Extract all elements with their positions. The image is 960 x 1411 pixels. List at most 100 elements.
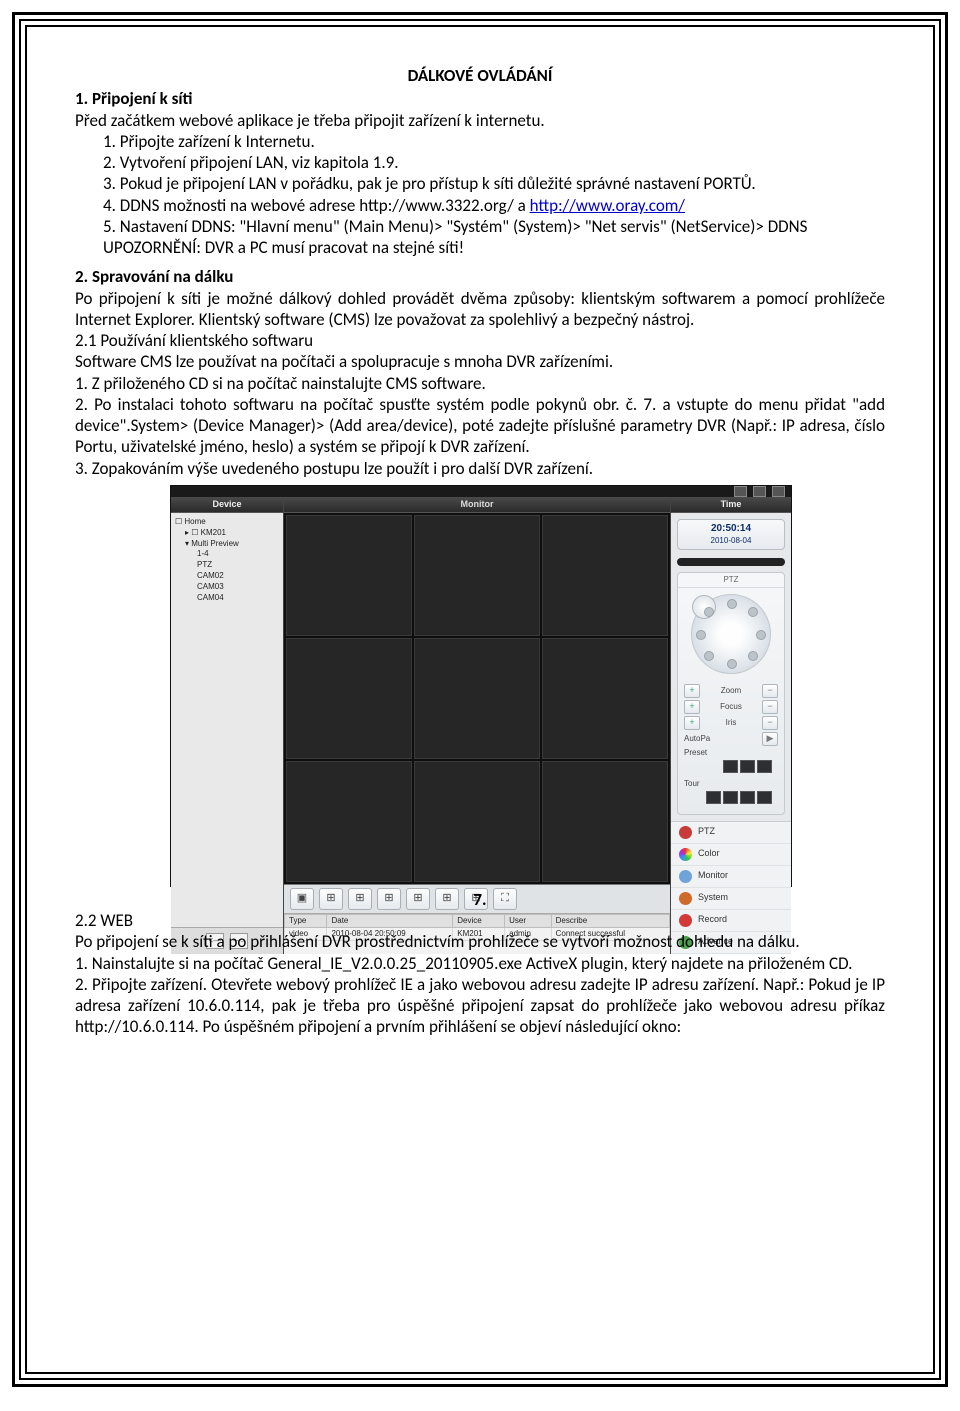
- fullscreen-icon[interactable]: ⛶: [493, 888, 517, 910]
- tour-btn-1[interactable]: [706, 791, 721, 804]
- log-col-device: Device: [453, 914, 505, 927]
- cms-device-panel: Device ☐ Home ▸ ☐ KM201 ▾ Multi Preview …: [171, 497, 284, 954]
- minimize-button[interactable]: [734, 486, 747, 497]
- maximize-button[interactable]: [753, 486, 766, 497]
- layout-16-icon[interactable]: ⊞: [377, 888, 401, 910]
- zoom-plus-icon[interactable]: +: [684, 684, 700, 698]
- menu-label-color: Color: [698, 848, 720, 859]
- ptz-left-icon[interactable]: [696, 630, 706, 640]
- preset-btn-3[interactable]: [757, 760, 772, 773]
- section-1-item-2: 2. Vytvoření připojení LAN, viz kapitola…: [75, 152, 885, 173]
- device-panel-header: Device: [171, 497, 283, 513]
- ptz-panel: PTZ: [677, 572, 785, 815]
- section-1-heading: 1. Připojení k síti: [75, 88, 885, 109]
- menu-label-record: Record: [698, 914, 727, 925]
- monitor-cell[interactable]: [286, 761, 412, 882]
- layout-9-icon[interactable]: ⊞: [348, 888, 372, 910]
- focus-plus-icon[interactable]: +: [684, 700, 700, 714]
- section-1-item-4-text: 4. DDNS možnosti na webové adrese http:/…: [103, 195, 530, 216]
- layout-4-icon[interactable]: ⊞: [319, 888, 343, 910]
- monitor-cell[interactable]: [542, 515, 668, 636]
- zoom-minus-icon[interactable]: −: [762, 684, 778, 698]
- status-bar: [677, 558, 785, 566]
- preset-btn-2[interactable]: [740, 760, 755, 773]
- focus-minus-icon[interactable]: −: [762, 700, 778, 714]
- section-2-p5: 3. Zopakováním výše uvedeného postupu lz…: [75, 458, 885, 479]
- ptz-downleft-icon[interactable]: [704, 651, 714, 661]
- section-1-item-5-note: UPOZORNĚNÍ: DVR a PC musí pracovat na st…: [75, 237, 885, 258]
- iris-plus-icon[interactable]: +: [684, 716, 700, 730]
- close-button[interactable]: [772, 486, 785, 497]
- section-1-item-4: 4. DDNS možnosti na webové adrese http:/…: [75, 195, 885, 216]
- monitor-cell[interactable]: [286, 515, 412, 636]
- section-2-heading: 2. Spravování na dálku: [75, 266, 885, 287]
- menu-label-system: System: [698, 892, 728, 903]
- monitor-grid[interactable]: [284, 513, 670, 884]
- time-panel-header: Time: [671, 497, 791, 513]
- clock-date: 2010-08-04: [678, 536, 784, 546]
- layout-1-icon[interactable]: ▣: [290, 888, 314, 910]
- log-col-desc: Describe: [551, 914, 669, 927]
- section-2-p4: 2. Po instalaci tohoto softwaru na počít…: [75, 394, 885, 458]
- preset-btn-1[interactable]: [723, 760, 738, 773]
- monitor-cell[interactable]: [542, 638, 668, 759]
- section-1-intro: Před začátkem webové aplikace je třeba p…: [75, 110, 885, 131]
- cms-app-window: Device ☐ Home ▸ ☐ KM201 ▾ Multi Preview …: [170, 485, 792, 887]
- ptz-down-icon[interactable]: [727, 659, 737, 669]
- zoom-label: Zoom: [721, 686, 741, 696]
- autopa-label: AutoPa: [684, 734, 710, 744]
- tree-node-1-4[interactable]: 1-4: [175, 549, 279, 560]
- ptz-upleft-icon[interactable]: [704, 607, 714, 617]
- tree-root[interactable]: ☐ Home: [175, 517, 279, 528]
- menu-item-ptz[interactable]: PTZ: [671, 822, 791, 844]
- ptz-upright-icon[interactable]: [748, 607, 758, 617]
- menu-label-ptz: PTZ: [698, 826, 715, 837]
- monitor-cell[interactable]: [286, 638, 412, 759]
- tree-node-ptz[interactable]: PTZ: [175, 560, 279, 571]
- autopa-toggle-icon[interactable]: ▶: [762, 732, 778, 746]
- log-col-user: User: [505, 914, 552, 927]
- page-content: DÁLKOVÉ OVLÁDÁNÍ 1. Připojení k síti Pře…: [25, 25, 935, 1374]
- ptz-menu-icon: [679, 826, 692, 839]
- layout-25-icon[interactable]: ⊞: [406, 888, 430, 910]
- layout-36-icon[interactable]: ⊞: [435, 888, 459, 910]
- tree-node-km201[interactable]: ▸ ☐ KM201: [175, 528, 279, 539]
- ptz-right-icon[interactable]: [756, 630, 766, 640]
- monitor-cell[interactable]: [414, 515, 540, 636]
- ptz-controls: + Zoom − + Focus − + Iris: [678, 680, 784, 814]
- monitor-cell[interactable]: [414, 638, 540, 759]
- page-frame-outer: DÁLKOVÉ OVLÁDÁNÍ 1. Připojení k síti Pře…: [12, 12, 948, 1387]
- record-menu-icon: [679, 914, 692, 927]
- tour-btn-4[interactable]: [757, 791, 772, 804]
- clock: 20:50:14 2010-08-04: [677, 519, 785, 550]
- menu-item-record[interactable]: Record: [671, 910, 791, 932]
- ptz-up-icon[interactable]: [727, 599, 737, 609]
- section-1-item-1: 1. Připojte zařízení k Internetu.: [75, 131, 885, 152]
- tour-btn-2[interactable]: [723, 791, 738, 804]
- iris-minus-icon[interactable]: −: [762, 716, 778, 730]
- device-tree[interactable]: ☐ Home ▸ ☐ KM201 ▾ Multi Preview 1-4 PTZ…: [171, 513, 283, 927]
- iris-label: Iris: [726, 718, 737, 728]
- section-2-p2: Software CMS lze používat na počítači a …: [75, 351, 885, 372]
- tree-node-cam04[interactable]: CAM04: [175, 593, 279, 604]
- monitor-panel-header: Monitor: [284, 497, 670, 513]
- section-2-1-heading: 2.1 Používání klientského softwaru: [75, 330, 885, 351]
- menu-item-color[interactable]: Color: [671, 844, 791, 866]
- oray-link[interactable]: http://www.oray.com/: [530, 195, 685, 216]
- monitor-cell[interactable]: [414, 761, 540, 882]
- tree-node-cam03[interactable]: CAM03: [175, 582, 279, 593]
- section-2-p1: Po připojení k síti je možné dálkový doh…: [75, 288, 885, 331]
- log-col-date: Date: [327, 914, 453, 927]
- page-title: DÁLKOVÉ OVLÁDÁNÍ: [75, 65, 885, 86]
- system-menu-icon: [679, 892, 692, 905]
- monitor-cell[interactable]: [542, 761, 668, 882]
- cms-titlebar: [171, 486, 791, 497]
- tree-node-multipreview[interactable]: ▾ Multi Preview: [175, 539, 279, 550]
- tree-node-cam02[interactable]: CAM02: [175, 571, 279, 582]
- preset-label: Preset: [684, 748, 707, 758]
- cms-monitor-panel: Monitor ▣ ⊞ ⊞: [284, 497, 670, 954]
- ptz-downright-icon[interactable]: [748, 651, 758, 661]
- tour-btn-3[interactable]: [740, 791, 755, 804]
- menu-item-system[interactable]: System: [671, 888, 791, 910]
- menu-item-monitor[interactable]: Monitor: [671, 866, 791, 888]
